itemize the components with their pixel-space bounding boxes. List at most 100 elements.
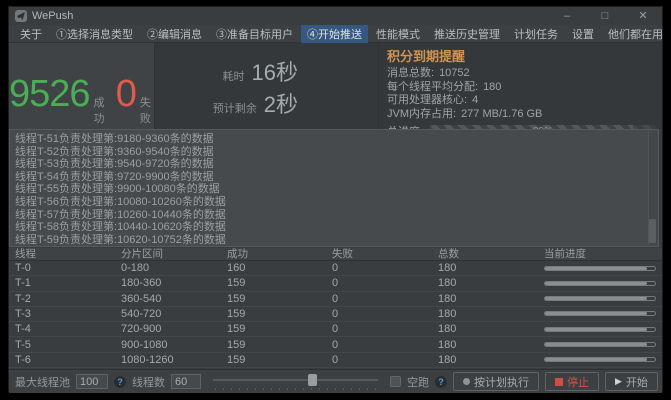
table-row[interactable]: T-61080-12601590180 xyxy=(9,353,662,368)
table-row[interactable]: T-00-1801600180 xyxy=(9,261,662,276)
cell-range: 360-540 xyxy=(121,293,227,305)
log-line: 线程T-51负责处理第:9180-9360条的数据 xyxy=(15,133,657,146)
elapsed-label: 耗时 xyxy=(223,68,245,84)
info-value: 180 xyxy=(483,81,501,95)
timers-panel: 耗时 16秒 预计剩余 2秒 xyxy=(154,43,379,129)
thread-count-slider[interactable] xyxy=(213,373,378,391)
table-row[interactable]: T-2360-5401590180 xyxy=(9,292,662,307)
menu-item[interactable]: 关于 xyxy=(14,25,48,43)
success-label: 成功 xyxy=(94,94,108,126)
row-progress-fill xyxy=(545,358,647,361)
dry-run-label: 空跑 xyxy=(407,374,429,390)
cell-range: 900-1080 xyxy=(121,339,227,351)
column-header[interactable]: 成功 xyxy=(227,248,332,260)
success-count: 9526 xyxy=(9,73,90,116)
cell-total: 180 xyxy=(438,308,544,320)
push-info-row: 消息总数:10752 xyxy=(387,67,662,81)
column-header[interactable]: 总数 xyxy=(438,248,544,260)
cell-fail: 0 xyxy=(332,354,438,366)
menu-item[interactable]: ②编辑消息 xyxy=(141,25,208,43)
cell-thread: T-2 xyxy=(15,293,121,305)
menu-item[interactable]: ③准备目标用户 xyxy=(210,25,299,43)
cell-fail: 0 xyxy=(332,262,438,274)
maximize-icon[interactable]: □ xyxy=(598,7,612,25)
log-area[interactable]: 线程T-51负责处理第:9180-9360条的数据线程T-52负责处理第:936… xyxy=(9,129,659,247)
menu-item[interactable]: ④开始推送 xyxy=(301,25,368,43)
fail-count: 0 xyxy=(116,73,136,116)
cell-success: 159 xyxy=(227,339,332,351)
table-row[interactable]: T-3540-7201590180 xyxy=(9,307,662,322)
table-row[interactable]: T-5900-10801590180 xyxy=(9,337,662,352)
slider-track[interactable] xyxy=(213,379,378,381)
cell-success: 159 xyxy=(227,308,332,320)
cell-fail: 0 xyxy=(332,308,438,320)
cell-range: 540-720 xyxy=(121,308,227,320)
max-pool-help-icon[interactable]: ? xyxy=(114,376,126,388)
menu-item[interactable]: ①选择消息类型 xyxy=(50,25,139,43)
thread-count-input[interactable] xyxy=(171,374,201,389)
cell-thread: T-3 xyxy=(15,308,121,320)
start-button[interactable]: ▶ 开始 xyxy=(605,372,658,391)
schedule-button[interactable]: 按计划执行 xyxy=(453,372,539,391)
cell-total: 180 xyxy=(438,262,544,274)
dry-run-help-icon[interactable]: ? xyxy=(435,376,447,388)
cell-fail: 0 xyxy=(332,277,438,289)
menu-item[interactable]: 计划任务 xyxy=(508,25,564,43)
footer-toolbar: 最大线程池 ? 线程数 空跑 ? 按计划执行 停止 ▶ 开始 xyxy=(9,369,662,393)
menu-item[interactable]: 推送历史管理 xyxy=(428,25,506,43)
remaining-label: 预计剩余 xyxy=(213,100,257,116)
log-scrollbar-thumb[interactable] xyxy=(649,219,656,243)
max-pool-input[interactable] xyxy=(76,374,108,389)
menu-item[interactable]: 设置 xyxy=(566,25,600,43)
row-progress-bar xyxy=(544,266,656,271)
cell-success: 159 xyxy=(227,354,332,366)
menu-item[interactable]: 他们都在用 xyxy=(602,25,669,43)
cell-total: 180 xyxy=(438,339,544,351)
column-header[interactable]: 线程 xyxy=(15,248,121,260)
cell-thread: T-0 xyxy=(15,262,121,274)
close-icon[interactable]: ✕ xyxy=(636,7,650,25)
column-header[interactable]: 失败 xyxy=(332,248,438,260)
cell-total: 180 xyxy=(438,323,544,335)
row-progress-fill xyxy=(545,328,647,331)
log-scrollbar[interactable] xyxy=(648,131,657,245)
menu-bar: 关于①选择消息类型②编辑消息③准备目标用户④开始推送性能模式推送历史管理计划任务… xyxy=(9,25,662,43)
cell-total: 180 xyxy=(438,293,544,305)
stats-band: 9526 成功 0 失败 耗时 16秒 预计剩余 2秒 积分到期提醒 消息总数:… xyxy=(9,43,662,129)
elapsed-row: 耗时 16秒 xyxy=(155,55,298,87)
counters-panel: 9526 成功 0 失败 xyxy=(9,43,154,129)
wepush-window: WePush – □ ✕ 关于①选择消息类型②编辑消息③准备目标用户④开始推送性… xyxy=(8,6,663,392)
push-info-row: JVM内存占用:277 MB/1.76 GB xyxy=(387,108,662,122)
stop-button[interactable]: 停止 xyxy=(545,372,599,391)
dry-run-checkbox[interactable] xyxy=(390,376,401,387)
info-label: 每个线程平均分配: xyxy=(387,81,478,95)
thread-table: 线程分片区间成功失败总数当前进度 T-00-1801600180T-1180-3… xyxy=(9,248,662,369)
info-value: 4 xyxy=(472,94,478,108)
fail-label: 失败 xyxy=(140,94,154,126)
column-header[interactable]: 当前进度 xyxy=(544,248,662,260)
log-lines: 线程T-51负责处理第:9180-9360条的数据线程T-52负责处理第:936… xyxy=(15,133,657,247)
row-progress-bar xyxy=(544,357,656,362)
log-line: T-59已处理完第10620-10752条的数据 xyxy=(15,246,657,247)
cell-range: 0-180 xyxy=(121,262,227,274)
log-line: 线程T-52负责处理第:9360-9540条的数据 xyxy=(15,146,657,159)
push-info-row: 可用处理器核心: 4 xyxy=(387,94,662,108)
column-header[interactable]: 分片区间 xyxy=(121,248,227,260)
row-progress-bar xyxy=(544,296,656,301)
menu-item[interactable]: 性能模式 xyxy=(370,25,426,43)
cell-fail: 0 xyxy=(332,339,438,351)
minimize-icon[interactable]: – xyxy=(560,7,574,25)
row-progress-bar xyxy=(544,311,656,316)
schedule-dot-icon xyxy=(463,378,470,385)
cell-thread: T-4 xyxy=(15,323,121,335)
cell-fail: 0 xyxy=(332,293,438,305)
row-progress-bar xyxy=(544,327,656,332)
cell-range: 720-900 xyxy=(121,323,227,335)
table-row[interactable]: T-4720-9001590180 xyxy=(9,322,662,337)
slider-thumb[interactable] xyxy=(308,374,317,386)
info-label: 可用处理器核心: xyxy=(387,94,467,108)
start-play-icon: ▶ xyxy=(615,377,622,386)
table-row[interactable]: T-1180-3601590180 xyxy=(9,276,662,291)
cell-range: 1080-1260 xyxy=(121,354,227,366)
cell-range: 180-360 xyxy=(121,277,227,289)
